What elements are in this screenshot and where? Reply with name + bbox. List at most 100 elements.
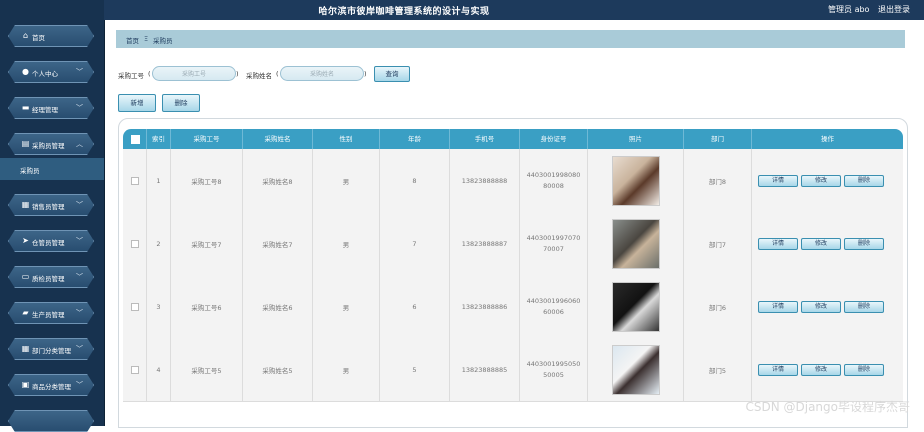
- sidebar-item-sales[interactable]: ▦ 销售员管理 ﹀: [8, 194, 94, 216]
- cell-name: 采购姓名6: [262, 303, 293, 312]
- detail-button[interactable]: 详情: [758, 238, 798, 250]
- cell-idcard: 440300199808080008: [526, 170, 581, 190]
- header-idcard: 身份证号: [520, 129, 588, 149]
- purchase-no-input[interactable]: 采购工号: [152, 66, 236, 81]
- row-checkbox[interactable]: [130, 365, 139, 374]
- cell-select: [123, 338, 147, 401]
- cell-age-wrap: 5: [380, 338, 450, 401]
- purchase-name-label: 采购姓名: [246, 72, 272, 80]
- header-purchase-name: 采购姓名: [243, 129, 313, 149]
- logout-link[interactable]: 退出登录: [878, 5, 910, 14]
- top-bar: 哈尔滨市彼岸咖啡管理系统的设计与实现 管理员 abo 退出登录: [104, 0, 924, 20]
- delete-button[interactable]: 删除: [844, 238, 884, 250]
- row-checkbox[interactable]: [130, 239, 139, 248]
- cell-idx: 1: [156, 176, 161, 185]
- row-checkbox[interactable]: [130, 302, 139, 311]
- cell-idcard: 440300199707070007: [526, 233, 581, 253]
- sidebar-item-goods-category[interactable]: ▣ 商品分类管理 ﹀: [8, 374, 94, 396]
- cell-idx: 4: [156, 365, 161, 374]
- sidebar-item-more[interactable]: [8, 410, 94, 432]
- cell-dept-wrap: 部门8: [684, 149, 752, 212]
- cell-sex-wrap: 男: [313, 212, 380, 275]
- header-actions: 操作: [821, 135, 834, 143]
- sidebar-item-purchaser[interactable]: ▤ 采购员管理 ︿: [8, 133, 94, 155]
- cell-idcard: 440300199606060006: [526, 296, 581, 316]
- sidebar-item-home[interactable]: ⌂ 首页: [8, 25, 94, 47]
- cell-phone: 13823888885: [461, 365, 508, 374]
- table-row: 4 采购工号5 采购姓名5 男 5 13823888885 4403001995050500…: [123, 338, 903, 402]
- header-purchase-no: 采购工号: [171, 129, 243, 149]
- batch-delete-button[interactable]: 删除: [162, 94, 200, 112]
- cell-phone: 13823888886: [461, 302, 508, 311]
- cell-dept-wrap: 部门5: [684, 338, 752, 401]
- detail-button[interactable]: 详情: [758, 364, 798, 376]
- header-select-all[interactable]: [123, 129, 147, 149]
- cell-sex: 男: [342, 177, 350, 186]
- table-row: 1 采购工号8 采购姓名8 男 8 13823888888 4403001998080800…: [123, 149, 903, 213]
- monitor-icon: ▭: [21, 272, 30, 281]
- sidebar-item-label: 经理管理: [32, 106, 58, 114]
- cell-dept-wrap: 部门6: [684, 275, 752, 338]
- cell-idcard-wrap: 440300199707070007: [520, 212, 588, 275]
- sidebar-item-qc[interactable]: ▭ 质检员管理 ﹀: [8, 266, 94, 288]
- cell-phone: 13823888887: [461, 239, 508, 248]
- employee-photo: [611, 155, 660, 206]
- sidebar-item-label: 采购员管理: [32, 142, 65, 150]
- cell-dept: 部门8: [708, 177, 727, 186]
- sidebar-item-warehouse[interactable]: ➤ 仓管员管理 ﹀: [8, 230, 94, 252]
- cell-name-wrap: 采购姓名7: [243, 212, 313, 275]
- header-age: 年龄: [380, 129, 450, 149]
- sidebar-item-dept-category[interactable]: ▦ 部门分类管理 ﹀: [8, 338, 94, 360]
- breadcrumb-home[interactable]: 首页: [126, 35, 139, 45]
- sidebar-subitem-purchaser[interactable]: 采购员: [0, 158, 104, 180]
- sidebar-item-label: 个人中心: [32, 70, 58, 78]
- edit-button[interactable]: 修改: [801, 238, 841, 250]
- message-icon: ▬: [21, 103, 30, 112]
- cell-idcard-wrap: 440300199505050005: [520, 338, 588, 401]
- send-icon: ➤: [22, 236, 29, 245]
- row-checkbox[interactable]: [130, 176, 139, 185]
- cell-idx: 3: [156, 302, 161, 311]
- delete-button[interactable]: 删除: [844, 175, 884, 187]
- edit-button[interactable]: 修改: [801, 301, 841, 313]
- header-index: 索引: [147, 129, 171, 149]
- cell-photo: [588, 275, 684, 338]
- cell-age: 7: [412, 239, 417, 248]
- sidebar-item-manager[interactable]: ▬ 经理管理 ﹀: [8, 97, 94, 119]
- employee-photo: [611, 344, 660, 395]
- purchase-no-label: 采购工号: [118, 72, 144, 80]
- cell-idcard: 440300199505050005: [526, 359, 581, 379]
- query-button[interactable]: 查询: [374, 66, 410, 82]
- edit-button[interactable]: 修改: [801, 364, 841, 376]
- cell-idx: 2: [156, 239, 161, 248]
- purchase-name-input[interactable]: 采购姓名: [280, 66, 364, 81]
- header-dept: 部门: [684, 129, 752, 149]
- cell-no-wrap: 采购工号5: [171, 338, 243, 401]
- cell-sex: 男: [342, 303, 350, 312]
- cell-dept: 部门6: [708, 303, 727, 312]
- cell-name-wrap: 采购姓名8: [243, 149, 313, 212]
- cell-age-wrap: 8: [380, 149, 450, 212]
- breadcrumb: 首页 Ξ 采购员: [116, 30, 905, 48]
- sidebar-item-label: 销售员管理: [32, 203, 65, 211]
- sidebar-item-label: 质检员管理: [32, 275, 65, 283]
- employee-photo: [611, 218, 660, 269]
- delete-button[interactable]: 删除: [844, 301, 884, 313]
- delete-button[interactable]: 删除: [844, 364, 884, 376]
- cell-dept: 部门5: [708, 366, 727, 375]
- cell-phone-wrap: 13823888886: [450, 275, 520, 338]
- cell-select: [123, 212, 147, 275]
- sidebar-item-label: 仓管员管理: [32, 239, 65, 247]
- chevron-down-icon: ﹀: [76, 104, 83, 112]
- sidebar-item-production[interactable]: ▰ 生产员管理 ﹀: [8, 302, 94, 324]
- sidebar-item-label: 商品分类管理: [32, 383, 71, 391]
- detail-button[interactable]: 详情: [758, 301, 798, 313]
- doc-icon: ▣: [21, 380, 30, 389]
- add-button[interactable]: 新增: [118, 94, 156, 112]
- chevron-down-icon: ﹀: [76, 345, 83, 353]
- cell-sex-wrap: 男: [313, 275, 380, 338]
- detail-button[interactable]: 详情: [758, 175, 798, 187]
- table-header: 索引 采购工号 采购姓名 性别 年龄 手机号 身份证号 照片 部门 操作: [123, 129, 903, 149]
- edit-button[interactable]: 修改: [801, 175, 841, 187]
- sidebar-item-profile[interactable]: ● 个人中心 ﹀: [8, 61, 94, 83]
